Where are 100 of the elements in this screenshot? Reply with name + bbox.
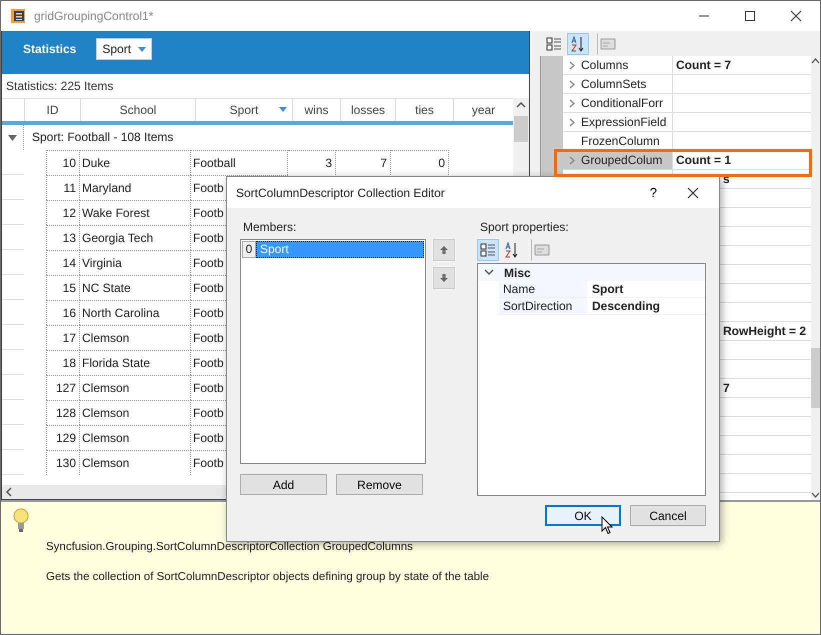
table-cell: 3 — [325, 156, 332, 170]
category-label: Misc — [504, 266, 531, 280]
table-cell: Footb — [193, 406, 224, 420]
table-cell: 13 — [62, 231, 76, 245]
dialog-title: SortColumnDescriptor Collection Editor — [236, 186, 445, 200]
table-cell: 16 — [62, 306, 76, 320]
scrollbar-thumb[interactable] — [811, 348, 820, 408]
table-cell: 12 — [62, 206, 76, 220]
table-cell: Footb — [193, 206, 224, 220]
property-name[interactable]: Columns — [563, 56, 673, 74]
property-name[interactable]: ExpressionField — [563, 113, 673, 131]
table-cell: Virginia — [82, 256, 122, 270]
property-name[interactable]: ColumnSets — [563, 75, 673, 93]
categorized-button[interactable] — [477, 239, 499, 261]
move-up-button[interactable] — [433, 239, 455, 261]
table-cell: Footb — [193, 256, 224, 270]
help-title: Syncfusion.Grouping.SortColumnDescriptorCollection GroupedColumns — [46, 541, 414, 553]
property-value: Count = 7 — [676, 58, 732, 72]
table-cell: Clemson — [82, 406, 130, 420]
property-value: Count = 1 — [676, 153, 732, 167]
table-cell: NC State — [82, 281, 131, 295]
properties-label: Sport properties: — [479, 220, 570, 236]
table-cell: 0 — [438, 156, 445, 170]
table-cell: 14 — [62, 256, 76, 270]
property-pages-icon — [600, 36, 616, 52]
expand-icon[interactable] — [569, 80, 575, 88]
sort-az-icon — [504, 242, 520, 258]
sort-icon — [279, 107, 287, 112]
collapse-icon[interactable] — [8, 134, 17, 140]
help-description: Gets the collection of SortColumnDescriptor objects defining group by state of the table — [46, 571, 489, 583]
table-cell: Maryland — [82, 181, 132, 195]
table-cell: Footb — [193, 306, 224, 320]
collapse-icon[interactable] — [484, 269, 494, 276]
index-label: 0 — [242, 241, 256, 258]
table-cell: Footb — [193, 181, 224, 195]
property-value: RowHeight = 2 — [723, 324, 806, 338]
table-cell: 11 — [64, 181, 76, 195]
scrollbar-thumb[interactable] — [514, 116, 528, 142]
move-down-button[interactable] — [433, 267, 455, 289]
property-name[interactable]: Name — [499, 281, 587, 297]
column-header[interactable]: School — [80, 99, 195, 121]
property-value: 7 — [723, 381, 730, 395]
property-name[interactable]: SortDirection — [499, 298, 587, 314]
table-cell: Clemson — [82, 331, 130, 345]
maximize-icon[interactable] — [744, 10, 756, 22]
expand-icon[interactable] — [569, 60, 575, 70]
table-cell: Footb — [193, 381, 224, 395]
table-cell: Florida State — [82, 356, 150, 370]
column-header[interactable]: Sport — [195, 99, 292, 121]
property-value: Sport — [591, 281, 624, 297]
property-name[interactable]: GroupedColum — [563, 151, 673, 169]
ok-button[interactable]: OK — [545, 505, 621, 526]
table-cell: Footb — [193, 456, 224, 470]
table-cell: 17 — [62, 331, 76, 345]
table-cell: 7 — [380, 156, 387, 170]
expand-icon[interactable] — [569, 118, 575, 126]
remove-button[interactable]: Remove — [336, 474, 423, 495]
expand-icon[interactable] — [569, 98, 575, 108]
sort-az-icon — [570, 36, 586, 52]
table-cell: Wake Forest — [82, 206, 150, 220]
list-icon — [480, 242, 496, 258]
table-cell: 18 — [62, 356, 76, 370]
column-header[interactable]: wins — [292, 99, 340, 121]
banner-title: Statistics — [23, 42, 76, 56]
scroll-down-icon[interactable] — [811, 490, 820, 500]
help-button[interactable]: ? — [650, 185, 657, 200]
table-cell: Footb — [193, 431, 224, 445]
members-label: Members: — [242, 220, 298, 236]
table-cell: 129 — [56, 431, 76, 445]
table-cell: Georgia Tech — [82, 231, 154, 245]
close-icon[interactable] — [687, 186, 699, 198]
table-cell: Footb — [193, 231, 224, 245]
lightbulb-icon — [13, 508, 29, 534]
property-name[interactable]: FrozenColumn — [563, 132, 673, 150]
table-cell: Footb — [193, 356, 224, 370]
property-value: Descending — [591, 298, 660, 314]
arrow-down-icon — [439, 273, 449, 283]
arrow-up-icon — [439, 245, 449, 255]
table-cell: 127 — [56, 381, 76, 395]
column-header[interactable]: ID — [24, 99, 80, 121]
table-cell: North Carolina — [82, 306, 160, 320]
column-header[interactable]: ties — [395, 99, 453, 121]
table-cell: 15 — [62, 281, 76, 295]
table-cell: 10 — [62, 156, 76, 170]
table-cell: 130 — [56, 456, 76, 470]
table-cell: Footb — [193, 281, 224, 295]
column-header[interactable]: losses — [340, 99, 395, 121]
table-cell: Duke — [82, 156, 110, 170]
property-pages-icon — [534, 242, 550, 258]
caret-icon — [138, 46, 146, 52]
sport-dropdown[interactable]: Sport — [96, 38, 152, 60]
sort-alphabetical-button[interactable] — [567, 32, 589, 54]
scroll-up-icon[interactable] — [811, 56, 820, 66]
add-button[interactable]: Add — [240, 474, 327, 495]
property-name[interactable]: ConditionalForr — [563, 94, 673, 112]
cancel-button[interactable]: Cancel — [630, 505, 706, 526]
group-caption: Sport: Football - 108 Items — [23, 125, 174, 150]
close-icon[interactable] — [790, 10, 802, 22]
table-cell: Clemson — [82, 381, 130, 395]
mouse-pointer-icon — [601, 516, 613, 535]
